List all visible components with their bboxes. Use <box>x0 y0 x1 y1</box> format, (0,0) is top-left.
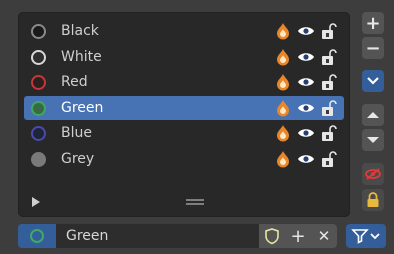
remove-layer-button[interactable]: − <box>362 37 384 59</box>
active-layer-actions: + ✕ <box>259 224 337 248</box>
layer-color-swatch[interactable] <box>31 151 46 167</box>
unlock-icon[interactable] <box>320 99 338 117</box>
layer-name: Green <box>61 100 104 116</box>
onion-skin-icon[interactable] <box>274 48 292 66</box>
triangle-down-icon <box>367 137 379 143</box>
layer-toggles <box>274 150 338 168</box>
layer-color-swatch[interactable] <box>31 125 46 141</box>
filter-funnel-icon <box>351 229 380 244</box>
triangle-up-icon <box>367 112 379 118</box>
close-icon: ✕ <box>317 227 331 245</box>
onion-skin-icon[interactable] <box>274 73 292 91</box>
plus-icon: + <box>290 225 306 247</box>
layers-panel: Black White Red Green Blue Grey + − Gree… <box>0 0 394 254</box>
layer-color-swatch[interactable] <box>31 49 46 65</box>
add-layer-button[interactable]: + <box>362 12 384 34</box>
unlock-icon[interactable] <box>320 48 338 66</box>
move-layer-up-button[interactable] <box>362 104 384 126</box>
eye-icon[interactable] <box>297 48 315 66</box>
new-layer-button[interactable]: + <box>285 224 311 248</box>
unlock-icon[interactable] <box>320 73 338 91</box>
layer-color-swatch[interactable] <box>31 23 46 39</box>
unlink-layer-button[interactable]: ✕ <box>311 224 337 248</box>
eye-icon[interactable] <box>297 99 315 117</box>
layer-toggles <box>274 48 338 66</box>
layer-row[interactable]: Blue <box>24 121 344 145</box>
expand-triangle-icon[interactable] <box>32 197 40 207</box>
layer-row[interactable]: White <box>24 45 344 69</box>
active-layer-color-swatch[interactable] <box>18 224 56 248</box>
eye-icon[interactable] <box>297 150 315 168</box>
layer-name: Grey <box>61 151 95 167</box>
layer-list[interactable]: Black White Red Green Blue Grey <box>18 12 350 217</box>
layer-filter-button[interactable] <box>346 224 386 248</box>
lock-others-button[interactable] <box>362 189 384 211</box>
list-footer-graphics <box>32 197 204 207</box>
minus-icon: − <box>365 37 381 59</box>
layer-row[interactable]: Red <box>24 70 344 94</box>
layer-toggles <box>274 124 338 142</box>
layer-row[interactable]: Black <box>24 19 344 43</box>
eye-icon[interactable] <box>297 124 315 142</box>
layer-toggles <box>274 73 338 91</box>
list-footer <box>18 191 350 215</box>
plus-icon: + <box>365 12 381 34</box>
layer-name: White <box>61 49 102 65</box>
layer-toggles <box>274 99 338 117</box>
eye-icon[interactable] <box>297 73 315 91</box>
move-layer-down-button[interactable] <box>362 129 384 151</box>
lock-icon <box>367 192 379 207</box>
chevron-down-icon <box>367 77 379 85</box>
layer-color-swatch[interactable] <box>31 74 46 90</box>
unlock-icon[interactable] <box>320 124 338 142</box>
layer-color-swatch[interactable] <box>31 100 46 116</box>
layer-toggles <box>274 22 338 40</box>
unlock-icon[interactable] <box>320 150 338 168</box>
onion-skin-icon[interactable] <box>274 124 292 142</box>
eye-icon[interactable] <box>297 22 315 40</box>
active-layer-ring-icon <box>30 229 44 243</box>
shield-icon <box>265 228 279 245</box>
specials-menu-button[interactable] <box>362 70 384 92</box>
layer-name: Black <box>61 23 99 39</box>
onion-skin-icon[interactable] <box>274 99 292 117</box>
onion-skin-icon[interactable] <box>274 150 292 168</box>
unlock-icon[interactable] <box>320 22 338 40</box>
layer-name: Blue <box>61 125 92 141</box>
layer-row[interactable]: Grey <box>24 147 344 171</box>
active-layer-bar: Green + ✕ <box>18 224 337 248</box>
layer-name: Red <box>61 74 88 90</box>
fake-user-shield-button[interactable] <box>259 224 285 248</box>
hide-others-button[interactable] <box>362 163 384 185</box>
eye-off-icon <box>365 168 381 180</box>
layer-row[interactable]: Green <box>24 96 344 120</box>
active-layer-name-field[interactable]: Green <box>56 224 259 248</box>
onion-skin-icon[interactable] <box>274 22 292 40</box>
